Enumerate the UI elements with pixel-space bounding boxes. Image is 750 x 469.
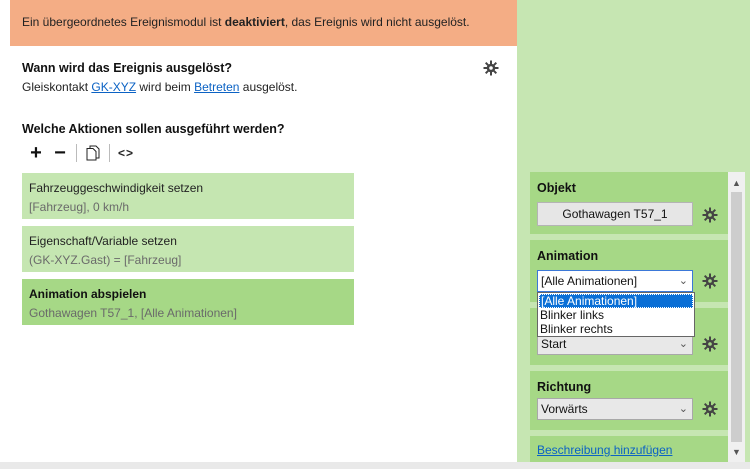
- action-subtitle: (GK-XYZ.Gast) = [Fahrzeug]: [29, 253, 182, 267]
- action-subtitle: [Fahrzeug], 0 km/h: [29, 200, 130, 214]
- warning-text-bold: deaktiviert: [224, 15, 285, 29]
- animation-dropdown-list: [Alle Animationen] Blinker links Blinker…: [537, 292, 695, 337]
- toolbar-separator: [76, 144, 77, 162]
- action-title: Fahrzeuggeschwindigkeit setzen: [29, 181, 204, 195]
- animation-select-value: [Alle Animationen]: [541, 274, 638, 288]
- dropdown-option[interactable]: Blinker links: [538, 308, 694, 322]
- direction-settings-gear-icon[interactable]: [702, 401, 718, 417]
- copy-action-button[interactable]: [83, 143, 103, 163]
- object-select-button[interactable]: Gothawagen T57_1: [537, 202, 693, 226]
- mode-select-value: Start: [541, 337, 567, 351]
- disabled-warning-banner: Ein übergeordnetes Ereignismodul ist dea…: [10, 0, 517, 46]
- direction-title: Richtung: [537, 380, 592, 394]
- objekt-panel: Objekt Gothawagen T57_1: [530, 172, 729, 234]
- add-description-link[interactable]: Beschreibung hinzufügen: [537, 443, 672, 457]
- chevron-down-icon: ⌄: [678, 275, 688, 287]
- animation-settings-gear-icon[interactable]: [702, 273, 718, 289]
- trigger-text-3: ausgelöst.: [239, 80, 298, 94]
- animation-select[interactable]: [Alle Animationen] ⌄: [537, 270, 693, 292]
- properties-sidebar: Objekt Gothawagen T57_1 Animation [Alle …: [517, 0, 750, 462]
- actions-question: Welche Aktionen sollen ausgeführt werden…: [22, 122, 285, 136]
- warning-text-prefix: Ein übergeordnetes Ereignismodul ist: [22, 15, 225, 29]
- direction-select-value: Vorwärts: [541, 402, 588, 416]
- toolbar-separator: [109, 144, 110, 162]
- remove-action-button[interactable]: −: [50, 142, 70, 164]
- direction-select[interactable]: Vorwärts ⌄: [537, 398, 693, 420]
- action-item-animation[interactable]: Animation abspielen Gothawagen T57_1, [A…: [22, 279, 354, 325]
- scroll-down-arrow-icon[interactable]: ▼: [728, 443, 745, 460]
- contact-link[interactable]: GK-XYZ: [91, 80, 136, 94]
- scroll-up-arrow-icon[interactable]: ▲: [728, 174, 745, 191]
- dropdown-option[interactable]: Blinker rechts: [538, 322, 694, 336]
- action-title: Animation abspielen: [29, 287, 147, 301]
- objekt-title: Objekt: [537, 181, 576, 195]
- trigger-description: Gleiskontakt GK-XYZ wird beim Betreten a…: [22, 80, 297, 94]
- action-item-variable[interactable]: Eigenschaft/Variable setzen (GK-XYZ.Gast…: [22, 226, 354, 272]
- trigger-text-2: wird beim: [136, 80, 195, 94]
- description-panel: Beschreibung hinzufügen: [530, 436, 729, 462]
- properties-scrollbar[interactable]: ▲ ▼: [728, 172, 745, 462]
- scrollbar-thumb[interactable]: [731, 192, 742, 442]
- event-editor-pane: Ein übergeordnetes Ereignismodul ist dea…: [0, 0, 517, 462]
- warning-text-suffix: , das Ereignis wird nicht ausgelöst.: [284, 15, 470, 29]
- trigger-question: Wann wird das Ereignis ausgelöst?: [22, 61, 232, 75]
- mode-settings-gear-icon[interactable]: [702, 336, 718, 352]
- chevron-down-icon: ⌄: [678, 338, 688, 350]
- action-subtitle: Gothawagen T57_1, [Alle Animationen]: [29, 306, 237, 320]
- bottom-edge: [0, 462, 750, 469]
- objekt-settings-gear-icon[interactable]: [702, 207, 718, 223]
- code-view-button[interactable]: <>: [116, 143, 136, 163]
- trigger-text-1: Gleiskontakt: [22, 80, 92, 94]
- direction-panel: Richtung Vorwärts ⌄: [530, 371, 729, 430]
- add-action-button[interactable]: +: [26, 142, 46, 164]
- action-item-speed[interactable]: Fahrzeuggeschwindigkeit setzen [Fahrzeug…: [22, 173, 354, 219]
- dropdown-option[interactable]: [Alle Animationen]: [539, 294, 693, 308]
- trigger-settings-gear-icon[interactable]: [483, 60, 499, 76]
- animation-title: Animation: [537, 249, 599, 263]
- actions-toolbar: + − <>: [26, 142, 140, 164]
- copy-icon: [86, 145, 100, 161]
- action-title: Eigenschaft/Variable setzen: [29, 234, 177, 248]
- trigger-event-link[interactable]: Betreten: [194, 80, 239, 94]
- chevron-down-icon: ⌄: [678, 403, 688, 415]
